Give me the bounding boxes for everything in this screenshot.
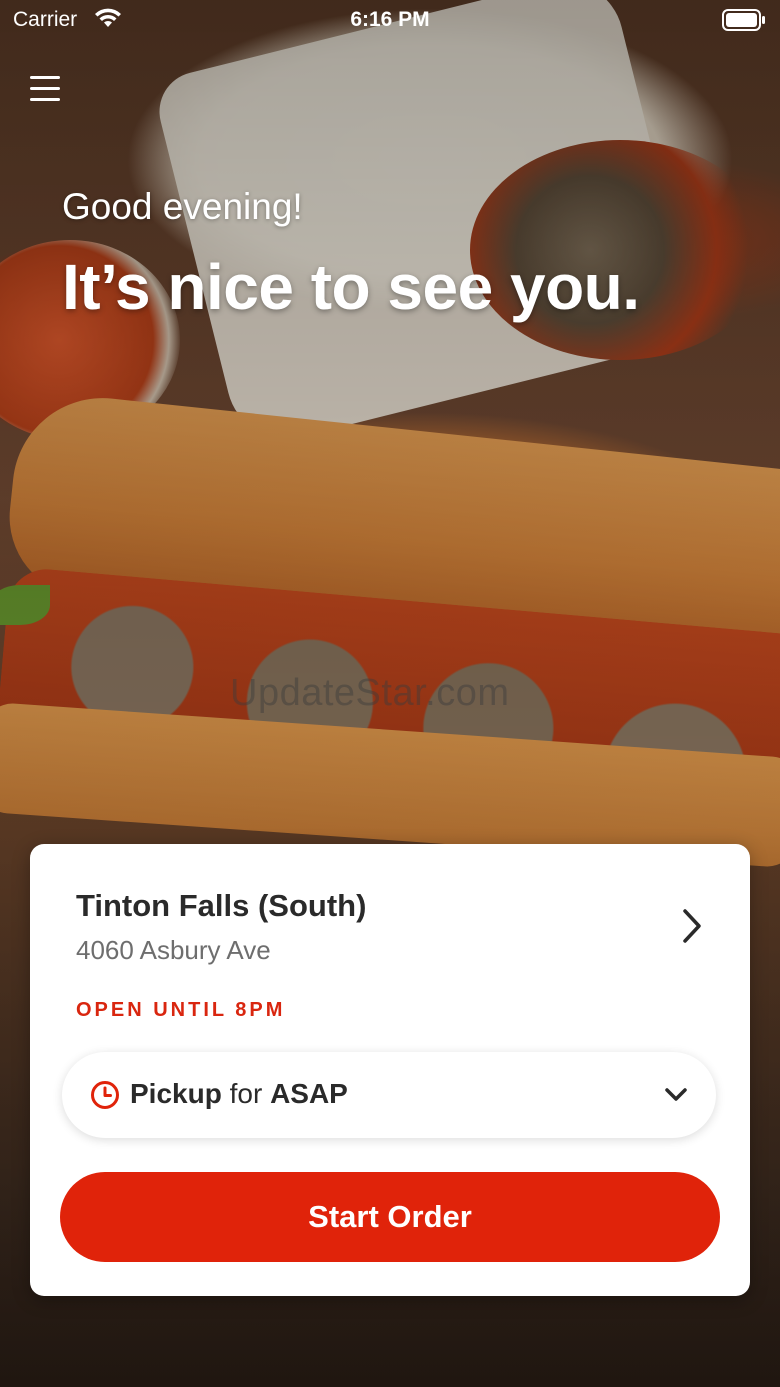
order-card: Tinton Falls (South) 4060 Asbury Ave OPE… — [30, 844, 750, 1296]
start-order-button[interactable]: Start Order — [60, 1172, 720, 1262]
welcome-headline: It’s nice to see you. — [62, 251, 640, 323]
home-screen: UpdateStar.com Carrier 6:16 PM Good even… — [0, 0, 780, 1387]
pickup-time-dropdown[interactable]: Pickup for ASAP — [62, 1052, 716, 1138]
store-selector[interactable]: Tinton Falls (South) 4060 Asbury Ave — [30, 844, 750, 984]
chevron-down-icon — [665, 1088, 687, 1101]
clock-icon — [91, 1081, 119, 1109]
store-hours-badge: OPEN UNTIL 8PM — [76, 999, 286, 1021]
greeting-text: Good evening! — [62, 186, 303, 227]
status-bar: Carrier 6:16 PM — [0, 0, 780, 40]
hamburger-menu-icon — [30, 76, 60, 79]
clock-time: 6:16 PM — [350, 8, 430, 31]
pickup-time-text: Pickup for ASAP — [130, 1078, 348, 1110]
order-mode-label: Pickup — [130, 1078, 222, 1109]
order-mode-connector: for — [229, 1078, 263, 1109]
order-time-label: ASAP — [270, 1078, 348, 1109]
chevron-right-icon — [683, 909, 701, 943]
battery-icon — [722, 9, 765, 31]
hamburger-menu-icon-bar — [30, 98, 60, 101]
store-name: Tinton Falls (South) — [76, 888, 367, 923]
hamburger-menu-icon-bar — [30, 87, 60, 90]
store-address: 4060 Asbury Ave — [76, 935, 271, 965]
menu-button[interactable] — [28, 72, 64, 106]
watermark: UpdateStar.com — [230, 672, 510, 714]
